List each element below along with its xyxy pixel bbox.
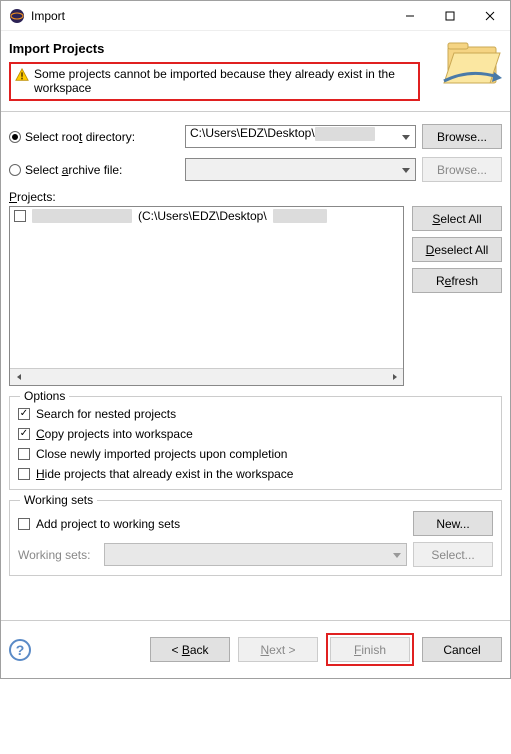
- hide-existing-label: Hide projects that already exist in the …: [36, 467, 293, 481]
- projects-label: Projects:: [9, 190, 502, 204]
- header-divider: [1, 111, 510, 112]
- working-sets-legend: Working sets: [20, 493, 97, 507]
- projects-area: (C:\Users\EDZ\Desktop\ Select All Desele…: [9, 206, 502, 386]
- hide-existing-checkbox[interactable]: [18, 468, 30, 480]
- close-newly-checkbox[interactable]: [18, 448, 30, 460]
- projects-hscrollbar[interactable]: [10, 368, 403, 385]
- eclipse-icon: [9, 8, 25, 24]
- folder-import-icon: [440, 33, 504, 91]
- window-title: Import: [31, 9, 390, 23]
- root-directory-value: C:\Users\EDZ\Desktop\: [190, 126, 315, 140]
- finish-button: Finish: [330, 637, 410, 662]
- close-button[interactable]: [470, 1, 510, 31]
- body-spacer: [1, 580, 510, 620]
- help-icon[interactable]: ?: [9, 639, 31, 661]
- close-newly-label: Close newly imported projects upon compl…: [36, 447, 287, 461]
- archive-file-input[interactable]: [185, 158, 416, 181]
- working-sets-label: Working sets:: [18, 548, 98, 562]
- search-nested-label: Search for nested projects: [36, 407, 176, 421]
- warning-text: Some projects cannot be imported because…: [34, 67, 414, 95]
- dialog-body: Select root directory: C:\Users\EDZ\Desk…: [1, 116, 510, 580]
- select-working-sets-button: Select...: [413, 542, 493, 567]
- copy-into-checkbox[interactable]: [18, 428, 30, 440]
- archive-file-label-col: Select archive file:: [9, 163, 179, 177]
- scroll-right-icon[interactable]: [386, 369, 403, 386]
- root-directory-input[interactable]: C:\Users\EDZ\Desktop\: [185, 125, 416, 148]
- root-directory-label: Select root directory:: [25, 130, 135, 144]
- next-button: Next >: [238, 637, 318, 662]
- add-to-ws-checkbox[interactable]: [18, 518, 30, 530]
- archive-file-row: Select archive file: Browse...: [9, 157, 502, 182]
- browse-root-button[interactable]: Browse...: [422, 124, 502, 149]
- add-to-ws-row: Add project to working sets New...: [18, 511, 493, 536]
- page-title: Import Projects: [9, 41, 420, 56]
- project-row[interactable]: (C:\Users\EDZ\Desktop\: [10, 207, 403, 225]
- cancel-button[interactable]: Cancel: [422, 637, 502, 662]
- projects-side-buttons: Select All Deselect All Refresh: [412, 206, 502, 386]
- options-group: Options Search for nested projects Copy …: [9, 396, 502, 490]
- import-dialog: Import Import Projects Some projects can…: [0, 0, 511, 679]
- footer: ? < Back Next > Finish Cancel: [1, 620, 510, 678]
- new-working-set-button[interactable]: New...: [413, 511, 493, 536]
- root-directory-label-col: Select root directory:: [9, 130, 179, 144]
- archive-file-label: Select archive file:: [25, 163, 122, 177]
- minimize-button[interactable]: [390, 1, 430, 31]
- search-nested-row: Search for nested projects: [18, 407, 493, 421]
- search-nested-checkbox[interactable]: [18, 408, 30, 420]
- projects-list[interactable]: (C:\Users\EDZ\Desktop\: [9, 206, 404, 386]
- header-banner-area: Import Projects Some projects cannot be …: [1, 31, 510, 107]
- select-all-button[interactable]: Select All: [412, 206, 502, 231]
- titlebar: Import: [1, 1, 510, 31]
- finish-highlight: Finish: [326, 633, 414, 666]
- project-path: (C:\Users\EDZ\Desktop\: [138, 209, 267, 223]
- add-to-ws-label: Add project to working sets: [36, 517, 180, 531]
- back-button[interactable]: < Back: [150, 637, 230, 662]
- root-directory-row: Select root directory: C:\Users\EDZ\Desk…: [9, 124, 502, 149]
- copy-into-label: Copy projects into workspace: [36, 427, 193, 441]
- working-sets-select: [104, 543, 407, 566]
- close-newly-row: Close newly imported projects upon compl…: [18, 447, 493, 461]
- refresh-button[interactable]: Refresh: [412, 268, 502, 293]
- maximize-button[interactable]: [430, 1, 470, 31]
- warning-icon: [15, 68, 29, 82]
- browse-archive-button: Browse...: [422, 157, 502, 182]
- project-checkbox[interactable]: [14, 210, 26, 222]
- working-sets-select-row: Working sets: Select...: [18, 542, 493, 567]
- working-sets-group: Working sets Add project to working sets…: [9, 500, 502, 576]
- warning-box: Some projects cannot be imported because…: [9, 62, 420, 101]
- deselect-all-button[interactable]: Deselect All: [412, 237, 502, 262]
- hide-existing-row: Hide projects that already exist in the …: [18, 467, 493, 481]
- root-directory-radio[interactable]: [9, 131, 21, 143]
- scroll-left-icon[interactable]: [10, 369, 27, 386]
- archive-file-radio[interactable]: [9, 164, 21, 176]
- copy-into-row: Copy projects into workspace: [18, 427, 493, 441]
- options-legend: Options: [20, 389, 69, 403]
